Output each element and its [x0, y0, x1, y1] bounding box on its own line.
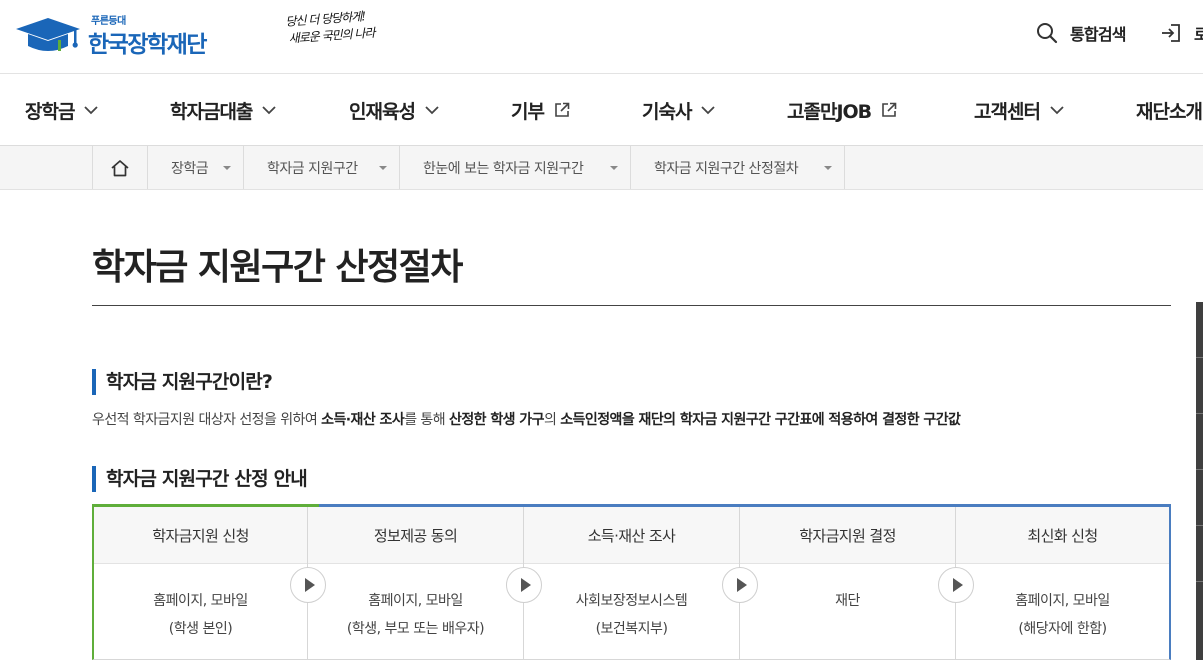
logo-name: 한국장학재단	[88, 32, 207, 58]
step-arrow-icon	[506, 567, 542, 603]
breadcrumb-item-support-range[interactable]: 학자금 지원구간	[244, 146, 400, 189]
divider	[1196, 581, 1203, 582]
step-body: 홈페이지, 모바일 (학생, 부모 또는 배우자)	[308, 587, 523, 643]
breadcrumb: 장학금 학자금 지원구간 한눈에 보는 학자금 지원구간 학자금 지원구간 산정…	[0, 146, 1203, 190]
divider	[1196, 469, 1203, 470]
gnb-label: 고졸만JOB	[787, 100, 872, 123]
step-application: 학자금지원 신청 홈페이지, 모바일 (학생 본인)	[92, 507, 307, 660]
integrated-search-label: 통합검색	[1070, 25, 1126, 44]
breadcrumb-label: 장학금	[171, 160, 209, 177]
side-quick-menu-edge[interactable]	[1196, 302, 1203, 660]
desc-text: 의	[543, 412, 561, 428]
gnb-item-scholarship[interactable]: 장학금	[25, 74, 99, 146]
login-label: 로	[1194, 25, 1203, 44]
gnb-item-student-loan[interactable]: 학자금대출	[170, 74, 277, 146]
top-header: 푸른등대 한국장학재단 당신 더 당당하게! 새로운 국민의 나라 통합검색 로	[0, 0, 1203, 73]
step-body: 홈페이지, 모바일 (학생 본인)	[94, 587, 307, 643]
caret-down-icon	[223, 166, 231, 170]
gnb-item-about[interactable]: 재단소개	[1136, 74, 1203, 146]
process-steps: 학자금지원 신청 홈페이지, 모바일 (학생 본인) 정보제공 동의 홈페이지,…	[92, 504, 1171, 660]
gnb-label: 기숙사	[642, 100, 692, 123]
step-detail: 사회보장정보시스템	[575, 593, 688, 609]
step-detail: 홈페이지, 모바일	[153, 593, 248, 609]
integrated-search-button[interactable]: 통합검색	[1036, 20, 1126, 46]
chevron-down-icon	[425, 105, 439, 114]
external-link-icon	[882, 102, 897, 117]
desc-strong: 소득인정액을 재단의 학자금 지원구간 구간표에 적용하여 결정한 구간값	[560, 412, 961, 428]
breadcrumb-item-scholarship[interactable]: 장학금	[148, 146, 244, 189]
search-icon	[1037, 23, 1058, 44]
step-arrow-icon	[722, 567, 758, 603]
login-button[interactable]: 로	[1160, 20, 1203, 46]
step-body: 재단	[740, 587, 955, 615]
definition-text: 우선적 학자금지원 대상자 선정을 위하여 소득·재산 조사를 통해 산정한 학…	[92, 409, 961, 429]
graduation-cap-logo-icon	[16, 18, 80, 51]
step-title: 최신화 신청	[956, 507, 1169, 564]
breadcrumb-label: 학자금 지원구간	[267, 160, 358, 177]
step-title: 정보제공 동의	[308, 507, 523, 564]
main-navigation: 장학금 학자금대출 인재육성 기부 기숙사 고졸만JOB 고객센터 재단소개	[0, 73, 1203, 146]
breadcrumb-label: 한눈에 보는 학자금 지원구간	[423, 160, 584, 177]
gnb-item-customer-center[interactable]: 고객센터	[974, 74, 1064, 146]
chevron-down-icon	[1050, 105, 1064, 114]
step-body: 사회보장정보시스템 (보건복지부)	[524, 587, 739, 643]
step-arrow-icon	[938, 567, 974, 603]
home-icon	[111, 159, 129, 176]
gnb-label: 기부	[511, 100, 545, 123]
chevron-down-icon	[701, 105, 716, 114]
divider	[1196, 525, 1203, 526]
gnb-label: 학자금대출	[170, 100, 253, 123]
step-arrow-icon	[290, 567, 326, 603]
site-logo[interactable]: 푸른등대 한국장학재단	[14, 12, 224, 58]
gnb-item-talent[interactable]: 인재육성	[349, 74, 439, 146]
title-divider	[92, 305, 1171, 306]
gnb-item-dormitory[interactable]: 기숙사	[642, 74, 716, 146]
login-icon	[1162, 24, 1180, 42]
gnb-label: 재단소개	[1136, 100, 1203, 123]
step-detail: (해당자에 한함)	[1018, 621, 1107, 637]
section-heading-guide: 학자금 지원구간 산정 안내	[92, 466, 308, 492]
chevron-down-icon	[262, 105, 277, 114]
chevron-down-icon	[84, 105, 99, 114]
gnb-item-job[interactable]: 고졸만JOB	[787, 74, 897, 146]
desc-strong: 소득·재산 조사	[321, 412, 405, 428]
slogan: 당신 더 당당하게! 새로운 국민의 나라	[285, 6, 397, 48]
divider	[1196, 357, 1203, 358]
breadcrumb-item-overview[interactable]: 한눈에 보는 학자금 지원구간	[400, 146, 631, 189]
divider	[1196, 413, 1203, 414]
gnb-label: 인재육성	[349, 100, 416, 123]
step-detail: (보건복지부)	[595, 621, 668, 637]
breadcrumb-label: 학자금 지원구간 산정절차	[654, 160, 799, 177]
external-link-icon	[555, 102, 570, 117]
step-investigation: 소득·재산 조사 사회보장정보시스템 (보건복지부)	[523, 507, 739, 660]
step-detail: 재단	[835, 593, 860, 609]
caret-down-icon	[379, 166, 387, 170]
desc-strong: 산정한 학생 가구	[449, 412, 545, 428]
desc-text: 우선적 학자금지원 대상자 선정을 위하여	[92, 412, 322, 428]
section-heading-definition: 학자금 지원구간이란?	[92, 369, 273, 395]
step-detail: (학생, 부모 또는 배우자)	[346, 621, 485, 637]
gnb-label: 장학금	[25, 100, 75, 123]
step-title: 소득·재산 조사	[524, 507, 739, 564]
step-detail: 홈페이지, 모바일	[1015, 593, 1110, 609]
step-body: 홈페이지, 모바일 (해당자에 한함)	[956, 587, 1169, 643]
step-detail: (학생 본인)	[168, 621, 233, 637]
step-title: 학자금지원 신청	[94, 507, 307, 564]
breadcrumb-item-procedure[interactable]: 학자금 지원구간 산정절차	[631, 146, 845, 189]
gnb-item-donation[interactable]: 기부	[511, 74, 570, 146]
gnb-label: 고객센터	[974, 100, 1041, 123]
step-detail: 홈페이지, 모바일	[368, 593, 463, 609]
desc-text: 를 통해	[404, 412, 449, 428]
step-consent: 정보제공 동의 홈페이지, 모바일 (학생, 부모 또는 배우자)	[307, 507, 523, 660]
caret-down-icon	[610, 166, 618, 170]
step-title: 학자금지원 결정	[740, 507, 955, 564]
step-decision: 학자금지원 결정 재단	[739, 507, 955, 660]
step-update: 최신화 신청 홈페이지, 모바일 (해당자에 한함)	[955, 507, 1171, 660]
caret-down-icon	[824, 166, 832, 170]
breadcrumb-home[interactable]	[92, 146, 148, 189]
page-title: 학자금 지원구간 산정절차	[92, 247, 463, 288]
